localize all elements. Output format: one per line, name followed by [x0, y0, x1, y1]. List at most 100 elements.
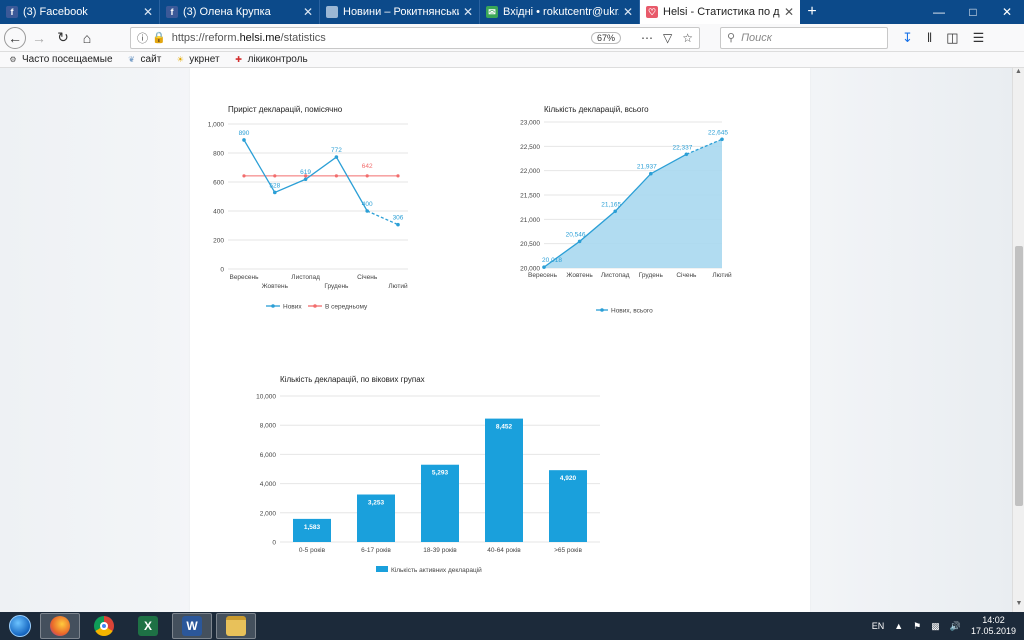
data-label-total: 20,018 [542, 257, 562, 264]
zoom-indicator[interactable]: 67% [590, 31, 621, 44]
total-chart: Кількість декларацій, всього20,00020,500… [520, 105, 732, 315]
flag-icon[interactable]: ⚑ [913, 621, 921, 632]
navigation-toolbar: ← → ↻ ⌂ ⓘ 🔒 https://reform.helsi.me/stat… [0, 24, 1024, 52]
legend-label-age: Кількість активних декларацій [391, 566, 482, 574]
menu-icon[interactable]: ☰ [973, 30, 985, 46]
info-icon[interactable]: ⓘ [137, 30, 148, 46]
y-tick-label: 8,000 [260, 423, 277, 430]
download-icon[interactable]: ↧ [902, 30, 913, 46]
tab-title: Вхідні • rokutcentr@ukr.net [503, 6, 619, 18]
close-tab-icon[interactable]: ✕ [623, 5, 633, 19]
mail-icon: ✉ [486, 6, 498, 18]
scroll-down-icon[interactable]: ▼ [1013, 600, 1024, 612]
x-tick-label: Листопад [601, 272, 630, 279]
excel-taskbar-button[interactable]: X [128, 613, 168, 639]
tray-arrow-icon[interactable]: ▲ [894, 621, 903, 631]
url-text[interactable]: https://reform.helsi.me/statistics [172, 32, 591, 44]
explorer-taskbar-button[interactable] [216, 613, 256, 639]
data-point-total [720, 137, 724, 142]
sidebar-icon[interactable]: ◫ [946, 30, 958, 46]
bookmark-1[interactable]: ⚙ Часто посещаемые [8, 54, 112, 65]
tab-title: (3) Олена Крупка [183, 6, 271, 18]
data-point-average [365, 174, 369, 178]
new-tab-button[interactable]: + [800, 0, 824, 24]
network-icon[interactable]: ▩ [931, 621, 940, 632]
tab-3[interactable]: Новини – Рокитнянський Цен ✕ [320, 0, 480, 24]
bookmark-label: сайт [140, 54, 162, 65]
pill-icon: ✚ [235, 55, 242, 64]
bookmark-3[interactable]: ☀ укрнет [175, 54, 220, 65]
pocket-icon[interactable]: ▽ [663, 31, 672, 45]
address-bar[interactable]: ⓘ 🔒 https://reform.helsi.me/statistics 6… [130, 26, 700, 49]
y-tick-label: 200 [213, 238, 224, 245]
minimize-icon[interactable]: — [922, 5, 956, 19]
close-tab-icon[interactable]: ✕ [303, 5, 313, 19]
scroll-up-icon[interactable]: ▲ [1013, 68, 1024, 80]
data-label-new: 400 [362, 201, 373, 208]
bar-value-label: 1,583 [304, 524, 321, 531]
y-tick-label: 6,000 [260, 452, 277, 459]
forward-button[interactable]: → [28, 27, 50, 49]
x-tick-label: >65 років [554, 546, 582, 554]
reload-button[interactable]: ↻ [52, 27, 74, 49]
system-tray: EN ▲ ⚑ ▩ 🔊 14:02 17.05.2019 [872, 615, 1024, 637]
star-icon[interactable]: ☆ [682, 31, 693, 45]
back-button[interactable]: ← [4, 26, 26, 49]
clock[interactable]: 14:02 17.05.2019 [971, 615, 1016, 637]
toolbar-right: ↧ ‖ ◫ ☰ [902, 30, 984, 46]
legend-label-average: В середньому [325, 304, 368, 311]
chart-legend: Кількість активних декларацій [376, 566, 482, 574]
home-button[interactable]: ⌂ [76, 27, 98, 49]
gear-icon: ⚙ [9, 55, 17, 64]
data-point-new [365, 209, 369, 213]
start-button[interactable] [0, 612, 40, 640]
legend-label-total: Нових, всього [611, 308, 653, 315]
chart-legend: Нових В середньому [266, 304, 368, 311]
bookmark-4[interactable]: ✚ лікиконтроль [234, 54, 308, 65]
bookmark-2[interactable]: ❦ сайт [127, 54, 162, 65]
firefox-taskbar-button[interactable] [40, 613, 80, 639]
library-icon[interactable]: ‖ [927, 30, 932, 46]
data-point-new [396, 222, 400, 227]
y-tick-label: 2,000 [260, 510, 277, 517]
scroll-thumb[interactable] [1015, 246, 1023, 506]
bar [485, 418, 523, 542]
y-tick-label: 800 [213, 151, 224, 158]
tab-title: (3) Facebook [23, 6, 88, 18]
tab-5[interactable]: ♡ Helsi - Статистика по декларац ✕ [640, 0, 800, 24]
volume-icon[interactable]: 🔊 [950, 621, 961, 632]
bookmark-label: лікиконтроль [247, 54, 308, 65]
more-icon[interactable]: ⋯ [641, 31, 653, 45]
x-tick-label: Вересень [528, 272, 558, 279]
close-icon[interactable]: ✕ [990, 5, 1024, 19]
page-scrollbar[interactable]: ▲ ▼ [1012, 68, 1024, 612]
clock-time: 14:02 [982, 615, 1005, 625]
search-input[interactable]: ⚲ Поиск [720, 26, 888, 49]
chrome-taskbar-button[interactable] [84, 613, 124, 639]
legend-marker-average [313, 304, 317, 308]
search-icon: ⚲ [727, 32, 736, 44]
data-point-total [684, 152, 689, 157]
close-tab-icon[interactable]: ✕ [463, 5, 473, 19]
facebook-icon: f [166, 6, 178, 18]
close-tab-icon[interactable]: ✕ [784, 5, 794, 19]
y-tick-label: 10,000 [256, 394, 276, 401]
tab-4[interactable]: ✉ Вхідні • rokutcentr@ukr.net ✕ [480, 0, 640, 24]
tab-2[interactable]: f (3) Олена Крупка ✕ [160, 0, 320, 24]
data-label-total: 21,165 [601, 201, 621, 208]
language-indicator[interactable]: EN [872, 621, 885, 631]
legend-marker-new [271, 304, 275, 308]
close-tab-icon[interactable]: ✕ [143, 5, 153, 19]
legend-label-new: Нових [283, 304, 302, 311]
word-taskbar-button[interactable]: W [172, 613, 212, 639]
data-point-total [649, 171, 653, 176]
statistics-content: Приріст декларацій, помісячно 0 200 400 600 8… [190, 68, 810, 612]
tab-1[interactable]: f (3) Facebook ✕ [0, 0, 160, 24]
x-tick-label: 40-64 років [487, 546, 521, 554]
x-tick-label: Жовтень [262, 283, 289, 290]
bookmark-label: укрнет [189, 54, 220, 65]
windows-logo-icon [9, 615, 31, 637]
x-tick-label: Грудень [639, 272, 664, 279]
search-placeholder: Поиск [741, 31, 772, 44]
maximize-icon[interactable]: □ [956, 5, 990, 19]
